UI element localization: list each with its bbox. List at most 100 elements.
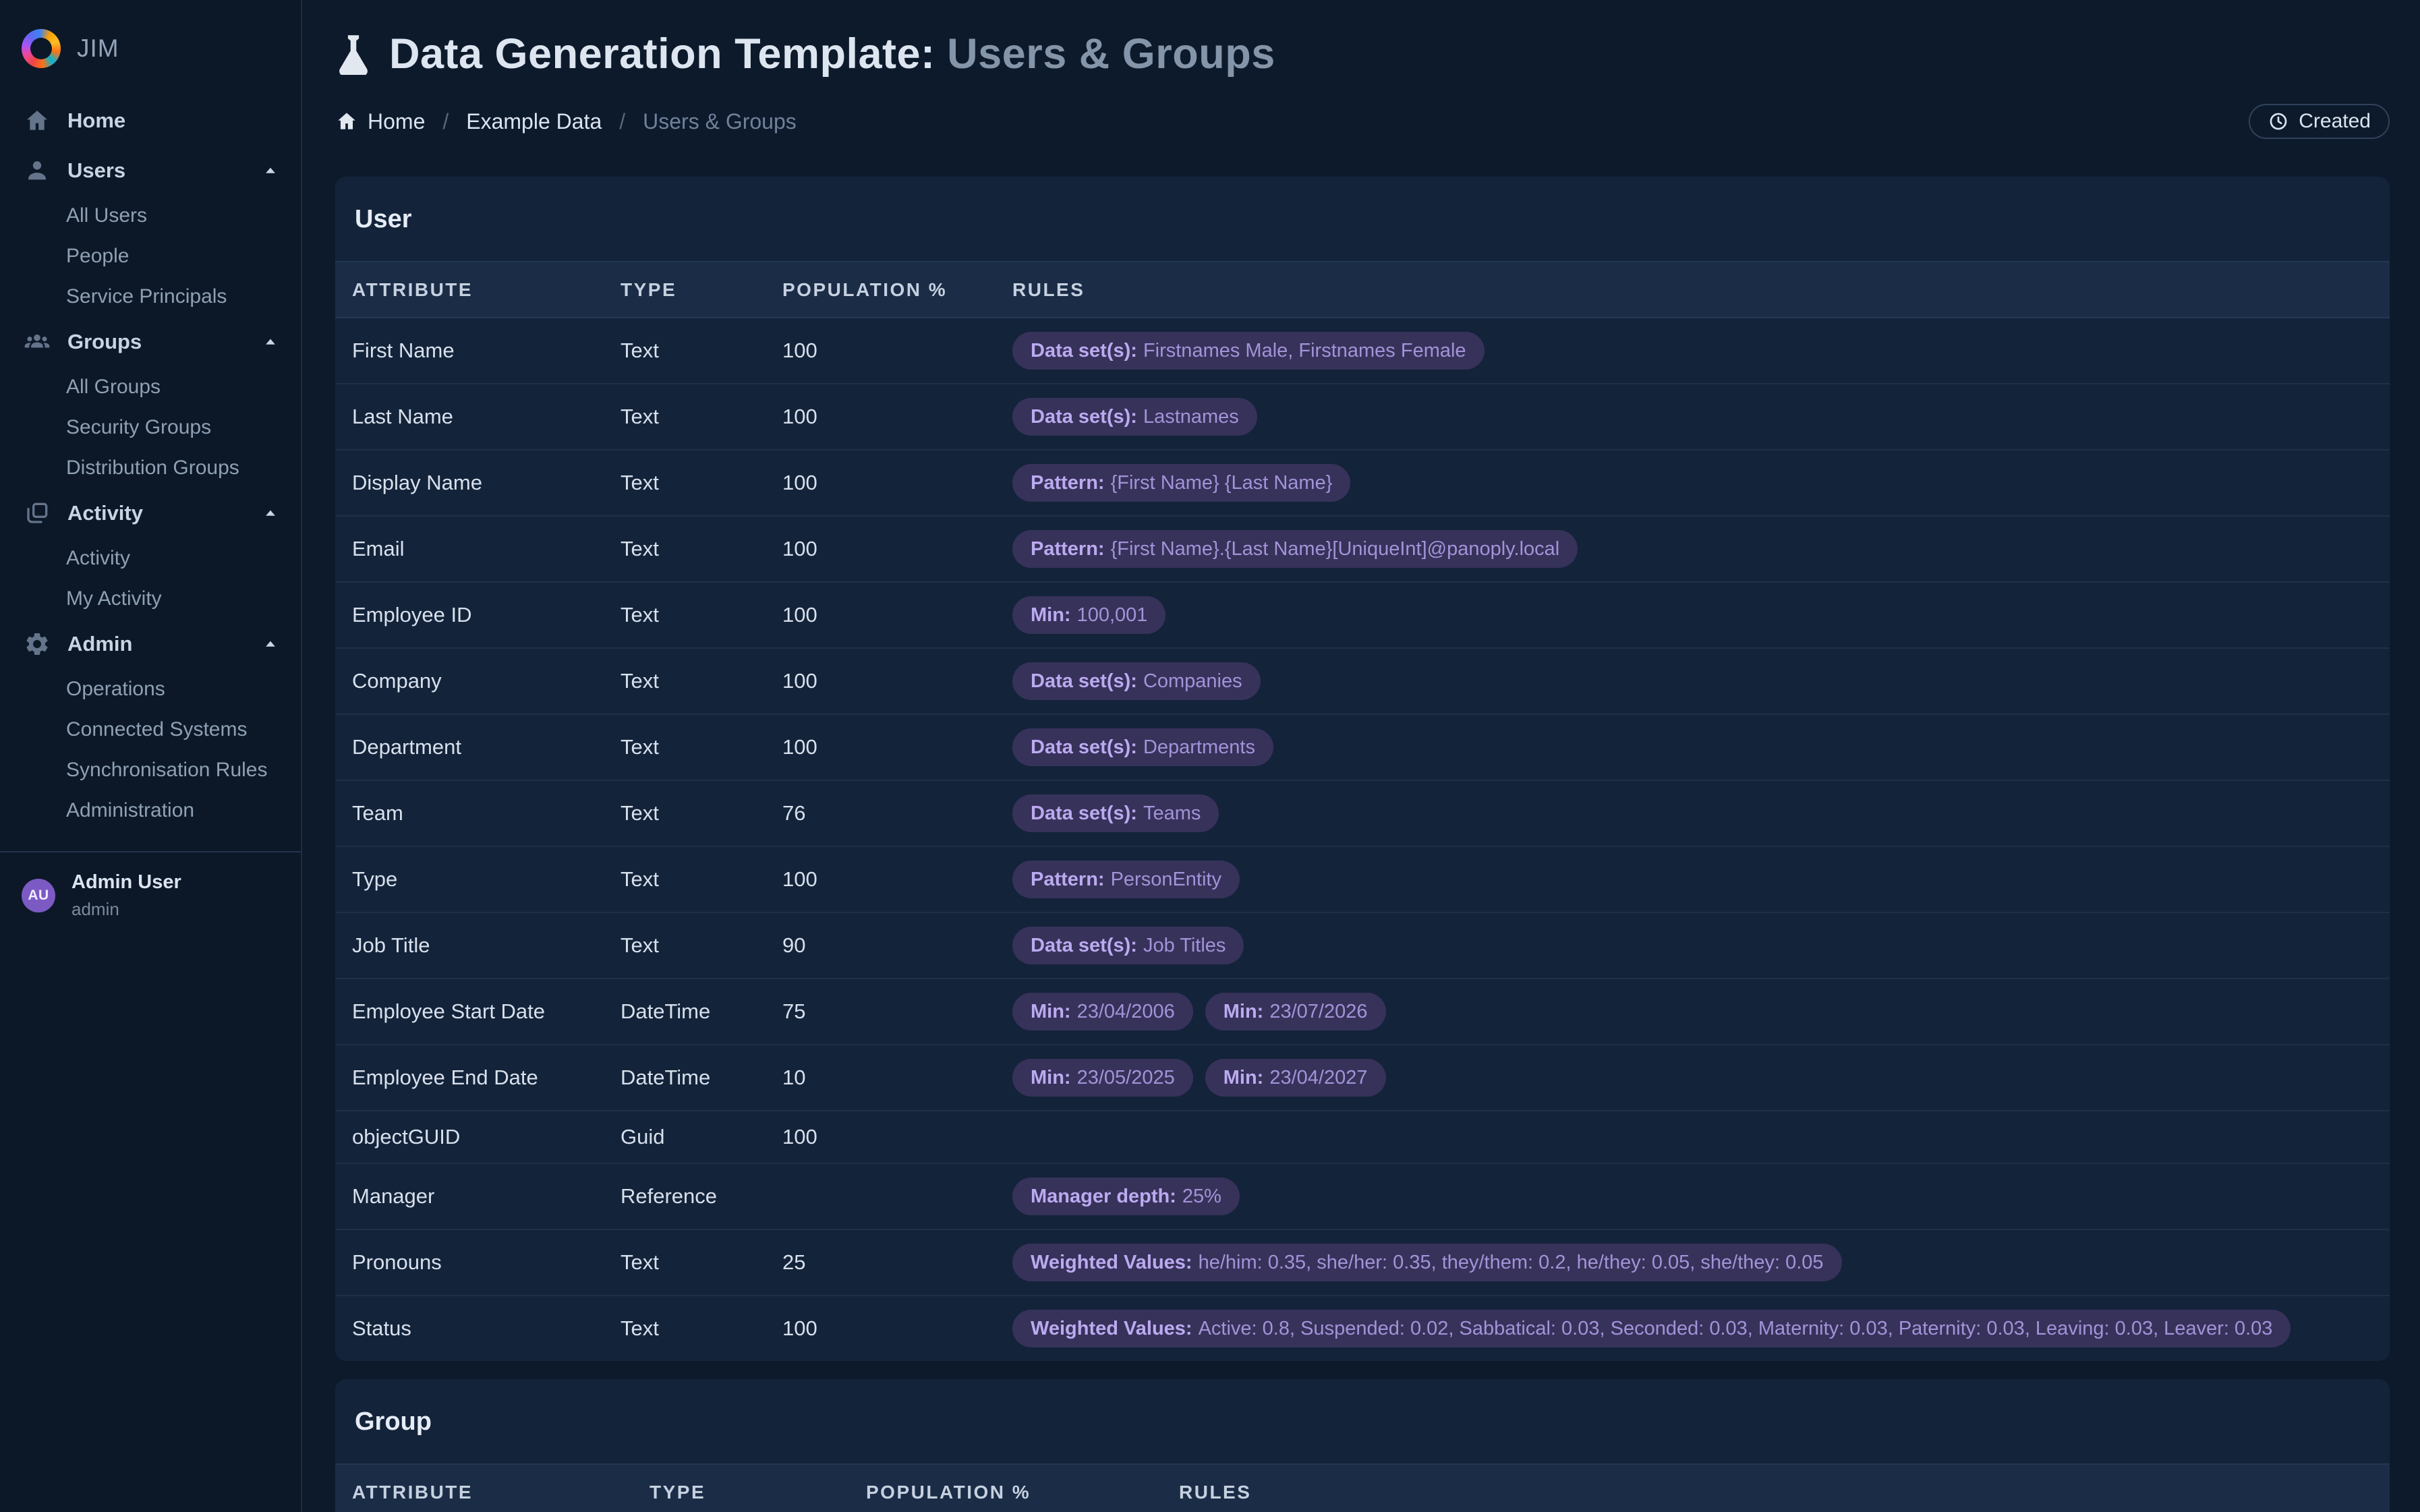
column-header: Type [650,1482,866,1503]
rules-cell: Min:23/04/2006Min:23/07/2026 [1012,979,2371,1044]
rules-cell: Weighted Values:Active: 0.8, Suspended: … [1012,1296,2371,1361]
column-header: Population % [866,1482,1179,1503]
population-cell: 100 [782,457,1012,508]
sidebar-item-people[interactable]: People [0,236,301,277]
population-cell: 76 [782,788,1012,839]
type-cell: Text [621,656,782,707]
brand-name: JIM [77,34,119,63]
breadcrumb-example-data[interactable]: Example Data [466,109,602,134]
rules-cell: Data set(s):Firstnames Male, Firstnames … [1012,318,2371,383]
attribute-cell: Status [352,1303,621,1354]
table-row: ManagerReferenceManager depth:25% [335,1163,2390,1229]
user-role: admin [71,899,181,920]
population-cell: 100 [782,589,1012,641]
rule-badge: Data set(s):Teams [1012,794,1219,832]
sidebar-item-connected-systems[interactable]: Connected Systems [0,709,301,750]
sidebar-item-label: Admin [67,632,260,656]
column-header: Rules [1179,1482,2371,1503]
sidebar-item-operations[interactable]: Operations [0,669,301,709]
rule-badge: Data set(s):Departments [1012,728,1273,766]
type-cell: Text [621,325,782,376]
rule-badge: Data set(s):Firstnames Male, Firstnames … [1012,332,1485,370]
rule-badge: Min:23/04/2027 [1205,1059,1386,1097]
gear-icon [23,630,51,658]
table-row: Display NameText100Pattern:{First Name} … [335,449,2390,515]
type-cell: Text [621,1237,782,1288]
sidebar-item-my-activity[interactable]: My Activity [0,579,301,619]
column-header: Type [621,279,782,301]
rules-cell: Min:100,001 [1012,583,2371,647]
rules-cell: Data set(s):Teams [1012,781,2371,846]
sidebar-item-distribution-groups[interactable]: Distribution Groups [0,448,301,488]
type-cell: Reference [621,1171,782,1222]
chevron-up-icon [260,503,281,523]
sidebar-item-users[interactable]: Users [0,146,301,196]
sidebar-item-all-users[interactable]: All Users [0,196,301,236]
table-body: First NameText100Data set(s):Firstnames … [335,318,2390,1361]
card-title: Group [335,1379,2390,1463]
page-title: Data Generation Template:Users & Groups [389,30,1275,78]
attribute-cell: Last Name [352,391,621,442]
type-cell: Text [621,788,782,839]
jim-logo-icon [22,29,61,68]
table-row: Employee End DateDateTime10Min:23/05/202… [335,1044,2390,1110]
attribute-cell: Pronouns [352,1237,621,1288]
table-header-row: Attribute Type Population % Rules [335,261,2390,318]
rules-cell: Min:23/05/2025 Min:23/04/2027 [1012,1045,2371,1110]
column-header: Population % [782,279,1012,301]
sidebar-item-service-principals[interactable]: Service Principals [0,277,301,317]
table-row: DepartmentText100Data set(s):Departments [335,714,2390,780]
breadcrumb-home[interactable]: Home [368,109,425,134]
rules-cell: Data set(s):Departments [1012,715,2371,780]
table-header-row: Attribute Type Population % Rules [335,1463,2390,1512]
groups-icon [23,328,51,356]
table-row: Employee IDText100Min:100,001 [335,581,2390,647]
brand: JIM [0,16,301,74]
population-cell: 100 [782,391,1012,442]
clock-icon [2268,111,2289,132]
rule-badge: Min:23/05/2025 [1012,1059,1193,1097]
chevron-up-icon [260,634,281,654]
rule-badge: Data set(s):Companies [1012,662,1261,700]
table-row: objectGUIDGuid100 [335,1110,2390,1163]
type-cell: Text [621,589,782,641]
table-row: Employee Start DateDateTime75Min:23/04/2… [335,978,2390,1044]
table-row: TeamText76Data set(s):Teams [335,780,2390,846]
breadcrumb-separator: / [442,109,449,134]
sidebar-item-activity[interactable]: Activity [0,488,301,538]
sidebar-user-profile[interactable]: AU Admin User admin [0,852,301,920]
sidebar-item-home[interactable]: Home [0,96,301,146]
table-row: Last NameText100Data set(s):Lastnames [335,383,2390,449]
group-table-card: Group Attribute Type Population % Rules [335,1379,2390,1512]
user-icon [23,156,51,185]
type-cell: DateTime [621,1052,782,1103]
type-cell: Text [621,722,782,773]
type-cell: Text [621,457,782,508]
sidebar-item-activity-sub[interactable]: Activity [0,538,301,579]
column-header: Rules [1012,279,2371,301]
population-cell: 100 [782,325,1012,376]
sidebar-item-admin[interactable]: Admin [0,619,301,669]
sidebar-item-groups[interactable]: Groups [0,317,301,367]
population-cell: 100 [782,656,1012,707]
rule-badge: Min:100,001 [1012,596,1165,634]
population-cell: 90 [782,920,1012,971]
status-badge: Created [2249,104,2390,139]
sidebar-item-synchronisation-rules[interactable]: Synchronisation Rules [0,750,301,790]
sidebar-item-all-groups[interactable]: All Groups [0,367,301,407]
sidebar-item-security-groups[interactable]: Security Groups [0,407,301,448]
attribute-cell: Department [352,722,621,773]
table-row: Job TitleText90Data set(s):Job Titles [335,912,2390,978]
sidebar-item-administration[interactable]: Administration [0,790,301,831]
user-table-card: User Attribute Type Population % Rules F… [335,177,2390,1361]
population-cell: 100 [782,523,1012,575]
table-row: First NameText100Data set(s):Firstnames … [335,318,2390,383]
rule-badge: Pattern:{First Name} {Last Name} [1012,464,1350,502]
sidebar-item-label: Home [67,109,281,133]
activity-icon [23,499,51,527]
rule-badge: Weighted Values:he/him: 0.35, she/her: 0… [1012,1244,1842,1281]
home-icon [23,107,51,135]
table-row: EmailText100Pattern:{First Name}.{Last N… [335,515,2390,581]
breadcrumb-separator: / [619,109,625,134]
rules-cell: Manager depth:25% [1012,1164,2371,1229]
